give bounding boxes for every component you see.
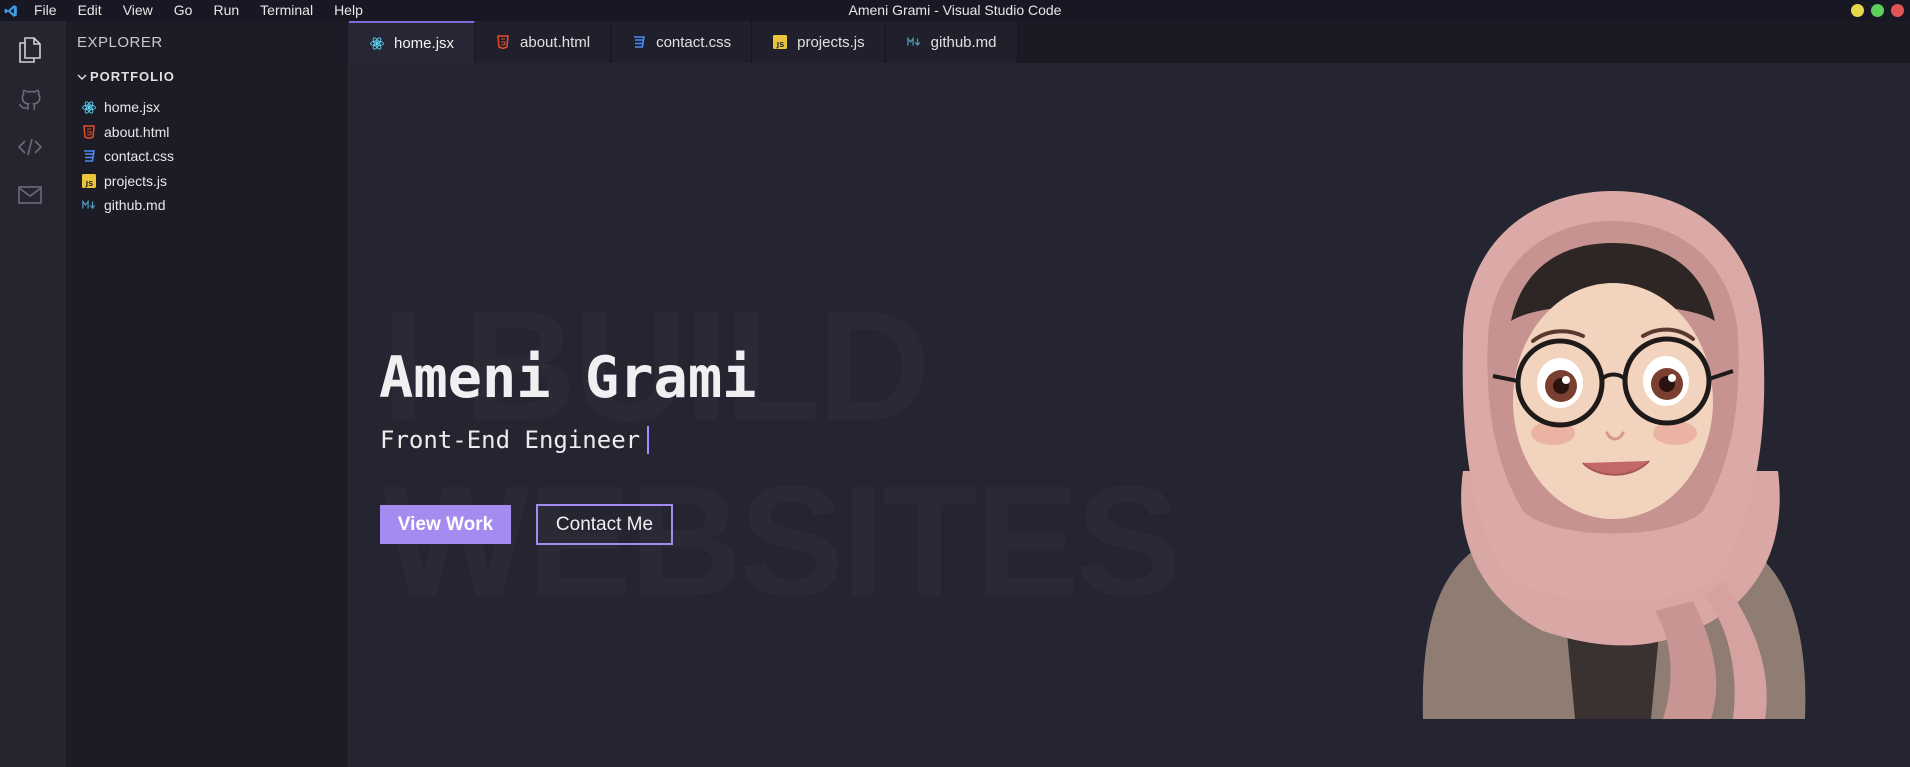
js-icon: JS bbox=[773, 35, 788, 49]
menu-go[interactable]: Go bbox=[164, 0, 204, 21]
chevron-down-icon bbox=[77, 74, 87, 80]
menu-run[interactable]: Run bbox=[203, 0, 250, 21]
menu-bar: File Edit View Go Run Terminal Help Amen… bbox=[0, 0, 1910, 21]
folder-portfolio[interactable]: PORTFOLIO bbox=[76, 69, 175, 84]
hero-role: Front-End Engineer bbox=[380, 426, 650, 454]
svg-text:JS: JS bbox=[85, 180, 94, 188]
tab-home[interactable]: home.jsx bbox=[349, 21, 476, 63]
tab-label: contact.css bbox=[656, 33, 732, 51]
file-label: github.md bbox=[104, 197, 166, 214]
menu-terminal[interactable]: Terminal bbox=[250, 0, 324, 21]
maximize-button[interactable] bbox=[1871, 4, 1884, 17]
explorer-panel: EXPLORER PORTFOLIO home.jsx about.html c… bbox=[66, 21, 349, 767]
file-label: about.html bbox=[104, 123, 170, 140]
github-icon[interactable] bbox=[15, 84, 45, 114]
file-item-github[interactable]: github.md bbox=[82, 193, 342, 218]
menu-view[interactable]: View bbox=[113, 0, 164, 21]
tab-github[interactable]: github.md bbox=[885, 21, 1018, 63]
menu-edit[interactable]: Edit bbox=[68, 0, 113, 21]
tab-label: github.md bbox=[930, 33, 997, 51]
minimize-button[interactable] bbox=[1851, 4, 1864, 17]
css-icon bbox=[82, 149, 96, 163]
js-icon: JS bbox=[82, 173, 96, 188]
markdown-icon bbox=[906, 35, 921, 49]
explorer-title: EXPLORER bbox=[77, 34, 163, 51]
code-icon[interactable] bbox=[15, 132, 45, 162]
tab-label: projects.js bbox=[797, 33, 865, 51]
mail-icon[interactable] bbox=[15, 180, 45, 210]
editor-area: I BUILD WEBSITES Ameni Grami Front-End E… bbox=[349, 63, 1910, 767]
menu-help[interactable]: Help bbox=[324, 0, 374, 21]
hero-name: Ameni Grami bbox=[379, 345, 757, 411]
hero-role-text: Front-End Engineer bbox=[380, 426, 641, 454]
file-item-projects[interactable]: JS projects.js bbox=[82, 169, 342, 194]
menu-file[interactable]: File bbox=[22, 0, 68, 21]
tab-bar: home.jsx about.html contact.css JS proje… bbox=[349, 21, 1910, 63]
activity-bar bbox=[0, 21, 66, 767]
file-label: home.jsx bbox=[104, 99, 161, 116]
files-icon[interactable] bbox=[15, 35, 45, 65]
css-icon bbox=[632, 35, 646, 49]
react-icon bbox=[370, 36, 384, 50]
close-button[interactable] bbox=[1891, 4, 1904, 17]
view-work-button[interactable]: View Work bbox=[380, 505, 511, 544]
tab-about[interactable]: about.html bbox=[475, 21, 612, 63]
file-item-contact[interactable]: contact.css bbox=[82, 144, 342, 169]
html-icon bbox=[496, 35, 510, 49]
markdown-icon bbox=[82, 198, 96, 212]
contact-me-button[interactable]: Contact Me bbox=[536, 504, 673, 545]
vscode-logo-icon bbox=[0, 0, 22, 21]
tab-label: home.jsx bbox=[394, 34, 455, 52]
html-icon bbox=[82, 125, 96, 139]
file-item-home[interactable]: home.jsx bbox=[82, 95, 342, 120]
svg-text:JS: JS bbox=[776, 41, 785, 49]
react-icon bbox=[82, 100, 96, 114]
tab-label: about.html bbox=[520, 33, 591, 51]
tab-projects[interactable]: JS projects.js bbox=[752, 21, 886, 63]
file-label: projects.js bbox=[104, 172, 168, 189]
file-list: home.jsx about.html contact.css JS proje… bbox=[82, 95, 342, 218]
window-controls bbox=[1851, 4, 1904, 17]
typing-cursor bbox=[647, 426, 650, 454]
avatar-illustration bbox=[1422, 191, 1806, 719]
file-item-about[interactable]: about.html bbox=[82, 120, 342, 145]
tab-contact[interactable]: contact.css bbox=[611, 21, 753, 63]
folder-label: PORTFOLIO bbox=[90, 69, 175, 84]
file-label: contact.css bbox=[104, 148, 175, 165]
